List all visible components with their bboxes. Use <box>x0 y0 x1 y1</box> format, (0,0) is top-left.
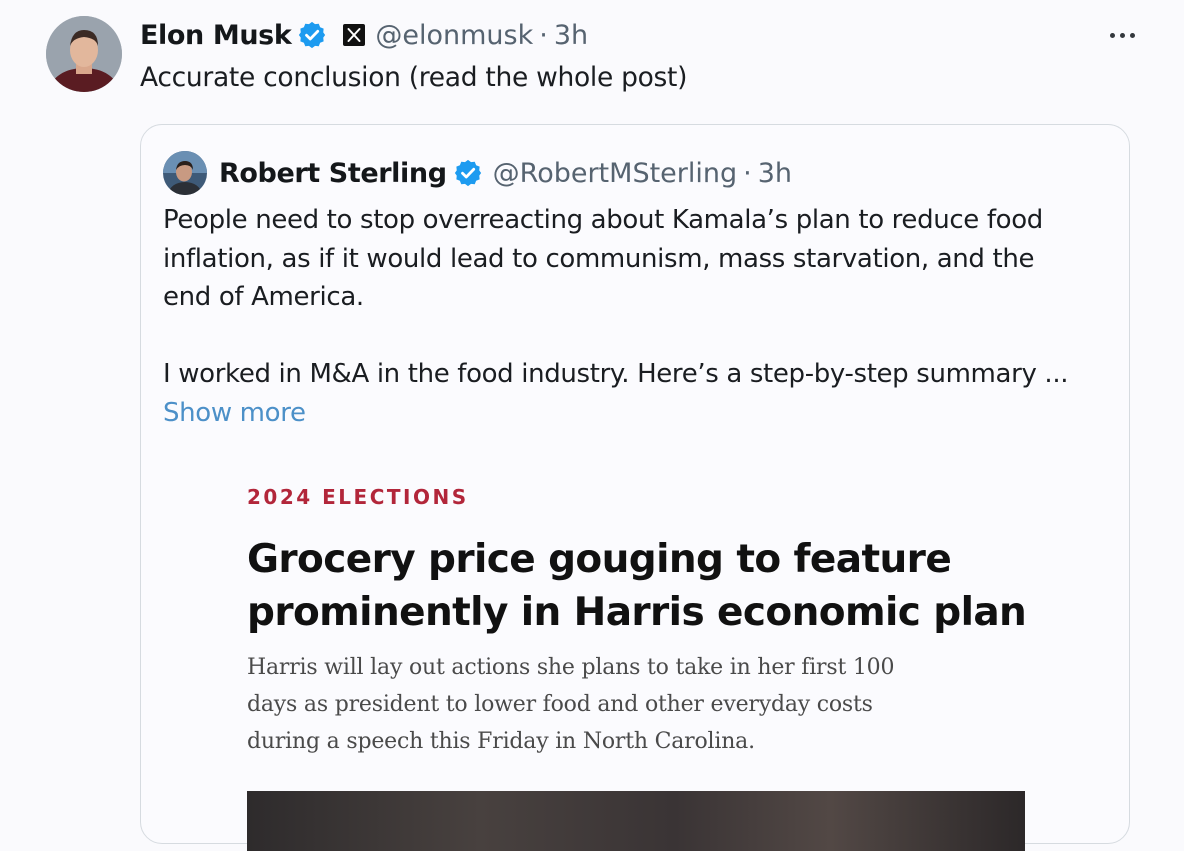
quoted-post-text: People need to stop overreacting about K… <box>163 201 1108 432</box>
headline-line: Grocery price gouging to feature <box>247 537 952 582</box>
article-kicker: 2024 ELECTIONS <box>247 485 469 509</box>
dek-line: Harris will lay out actions she plans to… <box>247 655 895 680</box>
headline-line: prominently in Harris economic plan <box>247 590 1027 635</box>
quoted-post-card[interactable]: Robert Sterling @RobertMSterling · 3h Pe… <box>140 124 1130 851</box>
show-more-link[interactable]: Show more <box>163 394 1108 433</box>
author-handle[interactable]: @elonmusk <box>375 20 533 51</box>
more-dot <box>1119 32 1125 38</box>
article-headline: Grocery price gouging to feature promine… <box>247 533 1027 639</box>
more-horizontal-icon <box>1109 32 1115 38</box>
dek-line: during a speech this Friday in North Car… <box>247 729 755 754</box>
quoted-text-line: I worked in M&A in the food industry. He… <box>163 359 1069 389</box>
quoted-author-handle[interactable]: @RobertMSterling <box>493 158 738 189</box>
x-logo-icon[interactable] <box>343 24 366 46</box>
quoted-author-avatar[interactable] <box>163 151 207 195</box>
verified-badge-icon <box>454 159 481 187</box>
post-time[interactable]: 3h <box>554 20 588 51</box>
verified-badge-icon <box>299 21 326 49</box>
quoted-author-name[interactable]: Robert Sterling <box>219 158 447 189</box>
article-image[interactable] <box>247 791 1025 851</box>
separator-dot: · <box>539 19 548 51</box>
dek-line: days as president to lower food and othe… <box>247 692 873 717</box>
quoted-text-line: People need to stop overreacting about K… <box>163 205 1043 235</box>
post-header: Elon Musk @elonmusk · 3h <box>140 14 588 56</box>
quoted-text-line: end of America. <box>163 282 364 312</box>
more-dot <box>1129 32 1135 38</box>
article-dek: Harris will lay out actions she plans to… <box>247 649 1007 760</box>
more-options-button[interactable] <box>1100 20 1144 50</box>
post-text: Accurate conclusion (read the whole post… <box>140 62 688 93</box>
post: Elon Musk @elonmusk · 3h Accurate conclu… <box>0 0 1184 851</box>
quoted-post-header: Robert Sterling @RobertMSterling · 3h <box>219 153 792 193</box>
author-name[interactable]: Elon Musk <box>140 20 292 51</box>
separator-dot: · <box>743 157 752 189</box>
quoted-text-line: inflation, as if it would lead to commun… <box>163 243 1035 274</box>
quoted-post-time[interactable]: 3h <box>758 158 792 189</box>
author-avatar[interactable] <box>46 16 122 92</box>
